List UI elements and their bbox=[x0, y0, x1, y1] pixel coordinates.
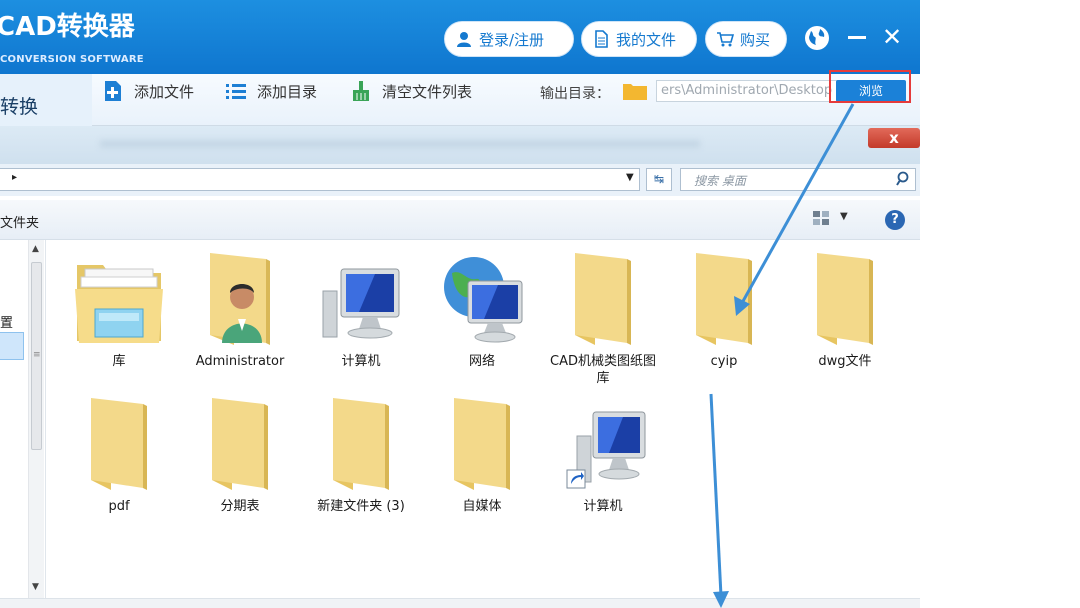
folder-icon bbox=[212, 398, 268, 490]
nav-selected-item[interactable] bbox=[0, 332, 24, 360]
address-dropdown-icon[interactable]: ▼ bbox=[626, 172, 634, 183]
highlight-box bbox=[829, 70, 911, 103]
network-icon bbox=[444, 257, 523, 343]
computer-icon bbox=[322, 268, 400, 339]
scroll-down-icon[interactable]: ▼ bbox=[32, 582, 39, 592]
broom-icon bbox=[353, 81, 369, 101]
globe-icon[interactable] bbox=[803, 24, 831, 52]
file-item[interactable]: dwg文件 bbox=[790, 251, 900, 370]
clear-list-label: 清空文件列表 bbox=[382, 82, 473, 101]
breadcrumb-arrow-icon[interactable]: ▸ bbox=[12, 172, 17, 183]
output-path-input[interactable]: ers\Administrator\Desktop bbox=[656, 80, 848, 102]
file-item-label: 新建文件夹 (3) bbox=[317, 499, 405, 514]
folder-icon bbox=[817, 253, 873, 345]
file-item[interactable]: 网络 bbox=[427, 251, 537, 370]
search-icon[interactable] bbox=[896, 171, 912, 187]
file-item[interactable]: 计算机 bbox=[306, 251, 416, 370]
app-subtitle: CONVERSION SOFTWARE bbox=[0, 54, 144, 65]
folder-icon bbox=[575, 253, 631, 345]
file-item[interactable]: 新建文件夹 (3) bbox=[306, 396, 416, 515]
convert-tab-label: 转换 bbox=[0, 96, 39, 118]
dialog-close-button[interactable]: x bbox=[868, 128, 920, 148]
file-item-label: 计算机 bbox=[341, 354, 381, 369]
add-directory-label: 添加目录 bbox=[257, 82, 318, 101]
close-window-button[interactable]: ✕ bbox=[882, 24, 902, 50]
folder-icon[interactable] bbox=[622, 81, 648, 101]
document-icon bbox=[595, 30, 608, 48]
new-folder-label[interactable]: 文件夹 bbox=[0, 212, 39, 231]
status-strip bbox=[0, 598, 920, 608]
file-item-label: CAD机械类图纸图库 bbox=[550, 354, 656, 386]
file-item[interactable]: 计算机 bbox=[548, 396, 658, 515]
file-item-label: 自媒体 bbox=[462, 499, 502, 514]
folder-icon bbox=[454, 398, 510, 490]
folder-icon bbox=[91, 398, 147, 490]
view-options-icon[interactable] bbox=[812, 210, 830, 226]
file-item[interactable]: CAD机械类图纸图库 bbox=[548, 251, 658, 387]
buy-button[interactable]: 购买 bbox=[705, 21, 787, 57]
view-dropdown-icon[interactable]: ▼ bbox=[840, 211, 848, 222]
clear-list-button[interactable]: 清空文件列表 bbox=[350, 80, 472, 102]
library-icon bbox=[75, 265, 163, 343]
buy-label: 购买 bbox=[740, 30, 771, 49]
file-item-label: Administrator bbox=[195, 354, 285, 369]
file-item-label: pdf bbox=[108, 499, 130, 514]
file-item-label: 分期表 bbox=[220, 499, 260, 514]
file-item-label: dwg文件 bbox=[818, 354, 872, 369]
help-icon[interactable]: ? bbox=[885, 210, 905, 230]
add-file-button[interactable]: 添加文件 bbox=[102, 80, 194, 102]
app-title: CAD转换器 bbox=[0, 12, 135, 42]
command-bar bbox=[0, 200, 920, 240]
file-view: 库 Administrator 计算机 网络 CAD机械类图纸图库 cyip d… bbox=[47, 241, 920, 598]
search-placeholder: 搜索 桌面 bbox=[694, 174, 746, 188]
app-header: CAD转换器 CONVERSION SOFTWARE 登录/注册 我的文件 购买… bbox=[0, 0, 920, 74]
minimize-button[interactable] bbox=[848, 36, 866, 39]
add-file-icon bbox=[105, 81, 121, 101]
output-dir-label: 输出目录： bbox=[540, 86, 610, 102]
computer-shortcut-icon bbox=[566, 411, 646, 489]
file-item-label: 计算机 bbox=[583, 499, 623, 514]
file-item-label: cyip bbox=[710, 354, 738, 369]
file-item[interactable]: 自媒体 bbox=[427, 396, 537, 515]
address-bar[interactable] bbox=[0, 168, 640, 191]
add-file-label: 添加文件 bbox=[134, 82, 195, 101]
file-item-label: 库 bbox=[112, 354, 126, 369]
login-button[interactable]: 登录/注册 bbox=[444, 21, 574, 57]
file-item-label: 网络 bbox=[468, 354, 495, 369]
user-folder-icon bbox=[210, 253, 270, 345]
file-item[interactable]: 分期表 bbox=[185, 396, 295, 515]
file-item[interactable]: pdf bbox=[64, 396, 174, 515]
blank-margin bbox=[920, 0, 1080, 608]
file-item[interactable]: cyip bbox=[669, 251, 779, 370]
dialog-titlebar bbox=[0, 126, 920, 164]
file-item[interactable]: 库 bbox=[64, 251, 174, 370]
convert-tab[interactable]: 转换 bbox=[0, 74, 92, 128]
scroll-grip-icon: ≡ bbox=[33, 350, 41, 360]
login-label: 登录/注册 bbox=[479, 30, 545, 49]
list-icon bbox=[226, 84, 246, 99]
folder-icon bbox=[696, 253, 752, 345]
my-files-button[interactable]: 我的文件 bbox=[581, 21, 697, 57]
cart-icon bbox=[717, 32, 734, 47]
file-item[interactable]: Administrator bbox=[185, 251, 295, 370]
scroll-up-icon[interactable]: ▲ bbox=[32, 244, 39, 254]
nav-item-label[interactable]: 置 bbox=[0, 312, 13, 331]
refresh-button[interactable]: ↹ bbox=[646, 168, 672, 191]
add-directory-button[interactable]: 添加目录 bbox=[225, 80, 317, 102]
user-icon bbox=[457, 32, 471, 47]
folder-icon bbox=[333, 398, 389, 490]
my-files-label: 我的文件 bbox=[616, 30, 677, 49]
